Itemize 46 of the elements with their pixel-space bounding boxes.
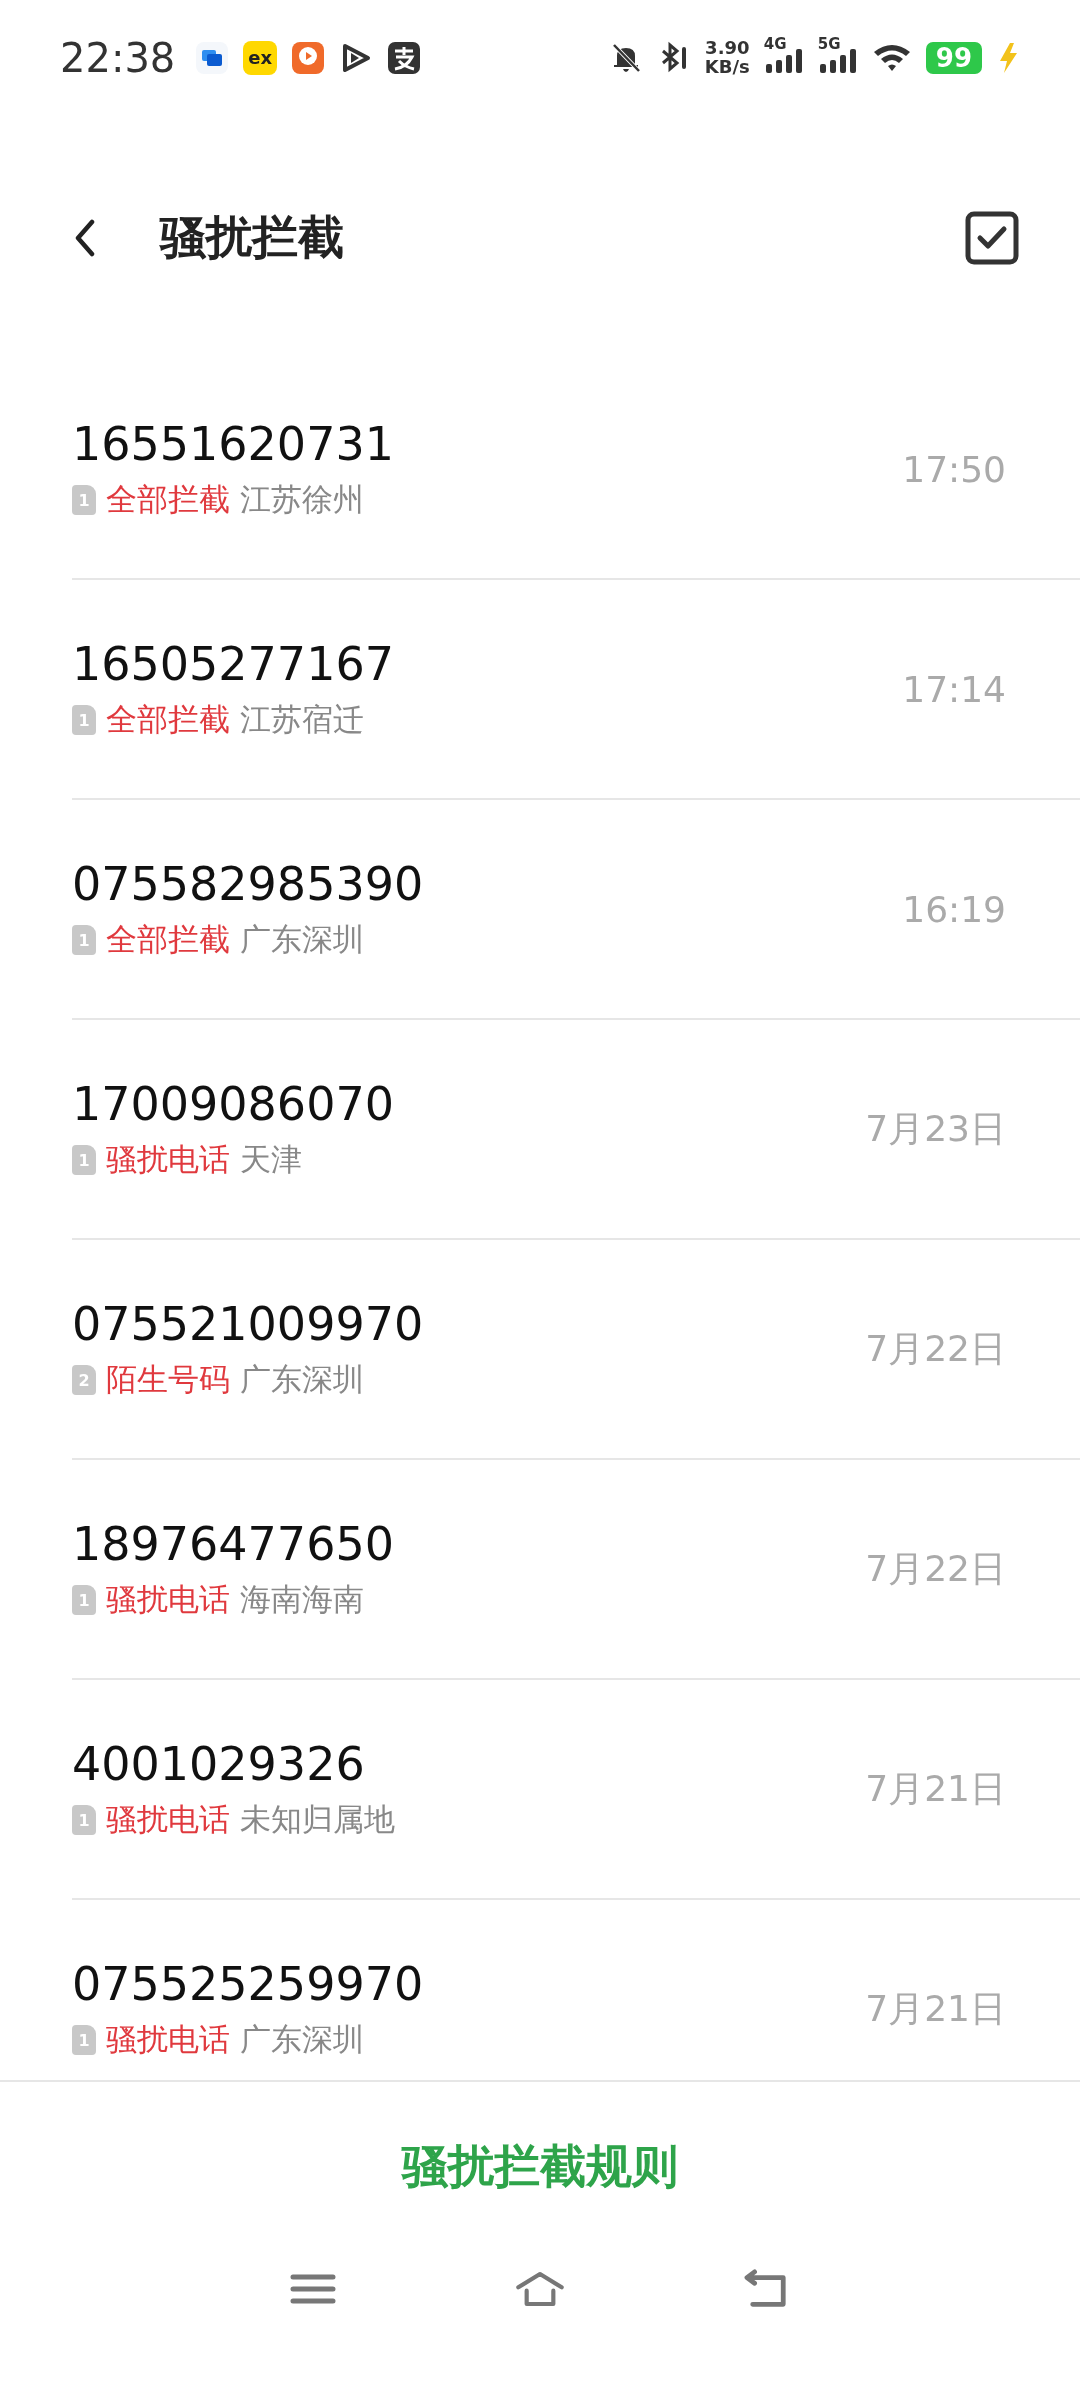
phone-number: 16551620731 xyxy=(72,417,395,471)
phone-number: 075521009970 xyxy=(72,1297,425,1351)
video-app-icon xyxy=(291,40,326,75)
call-time: 17:50 xyxy=(902,448,1006,490)
payment-app-icon xyxy=(387,40,422,75)
battery-level: 99 xyxy=(925,41,982,74)
call-time: 7月22日 xyxy=(865,1546,1006,1591)
location-label: 广东深圳 xyxy=(240,2020,364,2059)
call-time: 17:14 xyxy=(902,668,1006,710)
phone-number: 075525259970 xyxy=(72,1957,425,2011)
network-type: 5G xyxy=(817,34,841,53)
call-time: 7月21日 xyxy=(865,1766,1006,1811)
phone-number: 16505277167 xyxy=(72,637,395,691)
phone-number: 4001029326 xyxy=(72,1737,366,1791)
phone-number: 075582985390 xyxy=(72,857,425,911)
location-label: 广东深圳 xyxy=(240,920,364,959)
location-label: 海南海南 xyxy=(240,1580,364,1619)
location-label: 江苏宿迁 xyxy=(240,700,364,739)
phone-number: 17009086070 xyxy=(72,1077,395,1131)
app-icon: ex xyxy=(243,40,278,75)
location-label: 天津 xyxy=(240,1140,302,1179)
location-label: 广东深圳 xyxy=(240,1360,364,1399)
signal-icon xyxy=(817,48,858,73)
page-title: 骚扰拦截 xyxy=(160,208,345,266)
network-type: 4G xyxy=(763,34,787,53)
block-tag: 陌生号码 xyxy=(106,1359,230,1401)
location-label: 未知归属地 xyxy=(240,1800,395,1839)
block-tag: 全部拦截 xyxy=(106,699,230,741)
net-speed-value: 3.90 xyxy=(705,38,750,58)
block-tag: 骚扰电话 xyxy=(106,1139,230,1181)
select-checkbox-icon[interactable] xyxy=(964,209,1020,266)
call-time: 7月23日 xyxy=(865,1106,1006,1151)
block-tag: 骚扰电话 xyxy=(106,1799,230,1841)
call-time: 7月21日 xyxy=(865,1986,1006,2031)
chat-app-icon xyxy=(195,40,230,75)
block-tag: 骚扰电话 xyxy=(106,1579,230,1621)
call-time: 16:19 xyxy=(902,888,1006,930)
location-label: 江苏徐州 xyxy=(240,480,364,519)
block-tag: 骚扰电话 xyxy=(106,2019,230,2061)
call-time: 7月22日 xyxy=(865,1326,1006,1371)
signal-icon xyxy=(763,48,804,73)
status-time: 22:38 xyxy=(60,34,176,81)
phone-number: 18976477650 xyxy=(72,1517,395,1571)
net-speed-unit: KB/s xyxy=(704,57,750,77)
block-tag: 全部拦截 xyxy=(106,919,230,961)
block-tag: 全部拦截 xyxy=(106,479,230,521)
